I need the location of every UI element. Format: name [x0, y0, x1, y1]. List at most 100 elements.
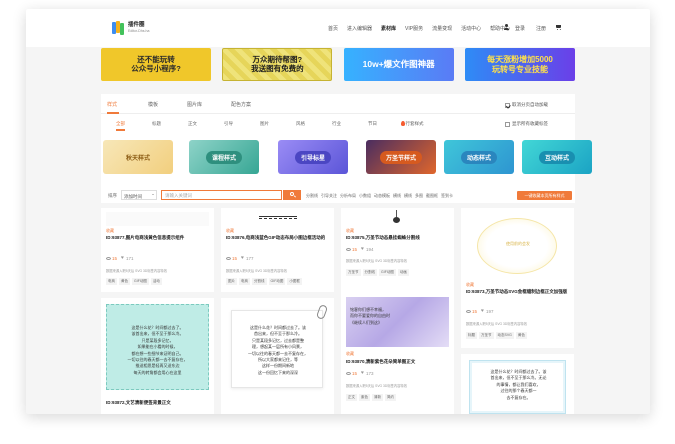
collect-all-button[interactable]: 一键收藏本页所有样式 [517, 190, 572, 200]
likes-icon [121, 255, 125, 261]
style-card[interactable]: 收藏 ID:93876,电商浅蓝色GIF动态布局小图边框活动的 15177 数据… [221, 208, 334, 292]
category-interactive[interactable]: 互动样式 [522, 140, 592, 174]
subtab-industry[interactable]: 行业 [332, 121, 341, 127]
subtab-all[interactable]: 全部 [116, 121, 125, 127]
card-stats: 15171 [106, 255, 134, 261]
tag-link[interactable]: 截图框 [426, 193, 438, 199]
card-preview: 这是什么花？时间都过去了。 该首出来，但不至于那么冷。 只是某段多记忆， 如果能… [106, 304, 209, 390]
subtab-image[interactable]: 图片 [260, 121, 269, 127]
banner-image-tool[interactable]: 10w+爆文作图神器 [343, 48, 454, 81]
tab-styles[interactable]: 样式 [107, 101, 117, 108]
subtab-theme[interactable]: 风格 [296, 121, 305, 127]
checkbox-empty-icon [505, 121, 510, 127]
card-tags: 标题 万圣节 动态SVG 黄色 [466, 332, 527, 339]
nav-editor[interactable]: 进入编辑器 [347, 25, 372, 32]
card-description: 数据来源入职5天后 SVG 3D标签内容特效 [106, 269, 167, 273]
top-header: 插件圈 Editor-Dhs.ha 首页 进入编辑器 素材库 VIP服务 流量变… [26, 9, 650, 47]
category-autumn[interactable]: 秋天样式 [103, 140, 173, 174]
card-tags: 正文 紫色 清新 简约 [346, 394, 396, 401]
tab-color-schemes[interactable]: 配色方案 [231, 101, 251, 108]
auto-load-checkbox[interactable]: 取消分页自动加载 [505, 102, 548, 108]
spider-thread [396, 210, 397, 217]
favorite-badge[interactable]: 收藏 [106, 228, 114, 234]
active-tab-indicator [107, 112, 119, 114]
card-preview: 这是什么花？时间都过去了。该 首出来，但不至于那么冷。 只是某段多记忆，过去都是… [231, 304, 329, 388]
card-description: 数据来源入职5天后 SVG 3D标签内容特效 [466, 322, 527, 326]
card-description: 数据来源入职5天后 SVG 3D标签内容特效 [346, 259, 407, 263]
tab-image-library[interactable]: 图片库 [187, 101, 202, 108]
style-card[interactable]: 收藏 ID:93875,万圣节动态悬挂蜘蛛分割线 15194 数据来源入职5天后… [341, 208, 454, 292]
views-icon [226, 257, 231, 260]
tag-link[interactable]: 横线 [404, 193, 412, 199]
style-card[interactable]: 这是什么花？时间都过去了。该 首出来，但不至于那么冷。无论 的事情，都让我们喜欢… [461, 354, 574, 414]
card-preview [259, 216, 297, 219]
style-grid: 收藏 ID:93877,图片电商浅黄色信息提示组件 15171 数据来源入职5天… [101, 208, 575, 414]
style-card[interactable]: 这是什么花？时间都过去了。该 首出来，但不至于那么冷。 只是某段多记忆，过去都是… [221, 298, 334, 414]
card-title: ID:93876,电商浅蓝色GIF动态布局小图边框活动的 [226, 235, 326, 240]
login-link[interactable]: 登录 [515, 25, 525, 32]
sort-select[interactable]: 添加时间 [121, 190, 157, 200]
tag-link[interactable]: 签到卡 [441, 193, 453, 199]
cart-icon[interactable] [555, 25, 562, 31]
likes-icon [241, 255, 245, 261]
favorite-badge[interactable]: 收藏 [466, 282, 474, 288]
style-card[interactable]: 这是什么花？时间都过去了。 该首出来，但不至于那么冷。 只是某段多记忆， 如果能… [101, 298, 214, 414]
tag-link[interactable]: 动态模板 [374, 193, 390, 199]
category-halloween[interactable]: 万圣节样式 [366, 140, 436, 174]
nav-events[interactable]: 活动中心 [461, 25, 481, 32]
tag-link[interactable]: 横线 [393, 193, 401, 199]
subtab-hot-sets[interactable]: 行套样式 [401, 121, 424, 127]
card-tags: 图片 电商 分割线 GIF动图 小图框 [226, 278, 302, 285]
search-button[interactable] [283, 190, 301, 200]
style-subtabs: 全部 标题 正文 引导 图片 风格 行业 节日 行套样式 显示所有收藏标签 [101, 116, 575, 132]
card-preview: 使用前的会发 [477, 218, 557, 274]
nav-monetize[interactable]: 流量变现 [432, 25, 452, 32]
subtab-body[interactable]: 正文 [188, 121, 197, 127]
site-logo[interactable]: 插件圈 Editor-Dhs.ha [112, 21, 149, 35]
checkbox-checked-icon [505, 102, 510, 108]
style-card[interactable]: 铭客你们想不幸福， 而你不要爱你的自由时 《继续人们到这》 收藏 ID:9387… [341, 289, 454, 414]
tag-link[interactable]: 分析布局 [340, 193, 356, 199]
nav-vip[interactable]: VIP服务 [405, 25, 423, 32]
banner-free-images[interactable]: 万众期待帮图? 我送图有免费的 [222, 48, 333, 81]
quick-tags: 分割线 引导关注 分析布局 小数组 动态模板 横线 横线 多图 截图框 签到卡 [306, 193, 456, 199]
tag-link[interactable]: 多图 [415, 193, 423, 199]
banner-grow-followers[interactable]: 每天涨粉增加5000 玩转号专业技能 [464, 48, 575, 81]
likes-icon [481, 308, 485, 314]
style-card[interactable]: 收藏 ID:93877,图片电商浅黄色信息提示组件 15171 数据来源入职5天… [101, 208, 214, 292]
card-tags: 万圣节 分割线 GIF动图 动画 [346, 269, 409, 276]
search-input[interactable]: 请输入关键词 [161, 190, 282, 200]
show-favorites-checkbox[interactable]: 显示所有收藏标签 [505, 121, 548, 127]
subtab-guide[interactable]: 引导 [224, 121, 233, 127]
nav-home[interactable]: 首页 [328, 25, 338, 32]
search-icon [289, 192, 294, 196]
card-title: ID:93872,文艺清新便签背景正文 [106, 400, 171, 405]
card-stats: 15197 [466, 308, 494, 314]
category-animated[interactable]: 动态样式 [444, 140, 514, 174]
fire-icon [401, 121, 405, 126]
card-title: ID:93875,万圣节动态悬挂蜘蛛分割线 [346, 235, 420, 240]
tag-link[interactable]: 小数组 [359, 193, 371, 199]
subtab-title[interactable]: 标题 [152, 121, 161, 127]
tab-templates[interactable]: 模板 [148, 101, 158, 108]
views-icon [346, 248, 351, 251]
card-preview: 这是什么花？时间都过去了。该 首出来，但不至于那么冷。无论 的事情，都让我们喜欢… [469, 360, 566, 414]
favorite-badge[interactable]: 收藏 [346, 228, 354, 234]
tag-link[interactable]: 分割线 [306, 193, 318, 199]
nav-materials[interactable]: 素材库 [381, 25, 396, 32]
main-nav: 首页 进入编辑器 素材库 VIP服务 流量变现 活动中心 帮助中心 [328, 25, 519, 32]
sort-label: 排序 [108, 193, 117, 198]
tag-link[interactable]: 引导关注 [321, 193, 337, 199]
card-tags: 电商 黄色 GIF动图 活动 [106, 278, 162, 285]
style-card[interactable]: 使用前的会发 收藏 ID:93873,万圣节动态SVG金框缝制边框正文加强版 1… [461, 208, 574, 348]
category-star-guide[interactable]: 引导标星 [278, 140, 348, 174]
register-link[interactable]: 注册 [536, 25, 546, 32]
subtab-festival[interactable]: 节日 [368, 121, 377, 127]
category-course[interactable]: 课程样式 [189, 140, 259, 174]
favorite-badge[interactable]: 收藏 [226, 228, 234, 234]
banner-mini-program[interactable]: 还不能玩转 公众号小程序? [101, 48, 211, 81]
user-icon[interactable] [503, 24, 509, 30]
banner-row: 还不能玩转 公众号小程序? 万众期待帮图? 我送图有免费的 10w+爆文作图神器… [101, 48, 575, 84]
active-subtab-indicator [116, 129, 125, 131]
favorite-badge[interactable]: 收藏 [346, 351, 354, 357]
